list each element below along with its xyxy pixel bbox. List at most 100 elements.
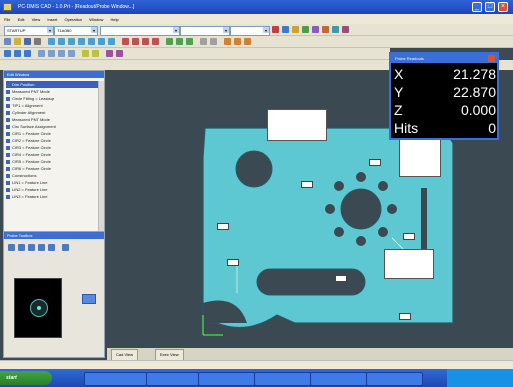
save-icon[interactable] bbox=[24, 38, 31, 45]
close-icon[interactable] bbox=[488, 55, 495, 62]
auto-move-icon[interactable] bbox=[38, 244, 45, 251]
zoom-icon[interactable] bbox=[322, 26, 329, 33]
pan-icon[interactable] bbox=[332, 26, 339, 33]
tree-item[interactable]: Dim Position bbox=[6, 81, 102, 88]
maximize-button[interactable]: □ bbox=[485, 2, 495, 12]
circle-icon[interactable] bbox=[78, 38, 85, 45]
probe-hit-button[interactable] bbox=[82, 294, 96, 304]
mode-combo[interactable]: STARTUP ▾ bbox=[4, 26, 54, 36]
tree-item[interactable]: CIR3 = Feature Circle bbox=[6, 144, 102, 151]
taskbar-task[interactable] bbox=[84, 372, 147, 386]
distance-icon[interactable] bbox=[142, 38, 149, 45]
settings-icon[interactable] bbox=[200, 38, 207, 45]
iso-view-icon[interactable] bbox=[68, 50, 75, 57]
scale-icon[interactable] bbox=[82, 50, 89, 57]
chevron-down-icon[interactable]: ▾ bbox=[223, 27, 229, 33]
menu-window[interactable]: Window bbox=[89, 17, 103, 22]
feature-tag[interactable] bbox=[335, 275, 347, 282]
tree-item[interactable]: Circ Surface Assignment bbox=[6, 123, 102, 130]
wireframe-icon[interactable] bbox=[244, 38, 251, 45]
move-icon[interactable] bbox=[14, 50, 21, 57]
translate-icon[interactable] bbox=[106, 50, 113, 57]
tree-item[interactable]: CIR2 = Feature Circle bbox=[6, 137, 102, 144]
home-icon[interactable] bbox=[4, 50, 11, 57]
tree-item[interactable]: Measured PNT Mode bbox=[6, 88, 102, 95]
close-button[interactable]: × bbox=[498, 2, 508, 12]
tree-item[interactable]: LIN3 = Feature Line bbox=[6, 193, 102, 200]
measure-icon[interactable] bbox=[282, 26, 289, 33]
chevron-down-icon[interactable]: ▾ bbox=[173, 27, 179, 33]
print-icon[interactable] bbox=[34, 38, 41, 45]
clearance-icon[interactable] bbox=[24, 50, 31, 57]
construct-icon[interactable] bbox=[166, 38, 173, 45]
location-icon[interactable] bbox=[132, 38, 139, 45]
rotate-icon[interactable] bbox=[312, 26, 319, 33]
point-icon[interactable] bbox=[48, 38, 55, 45]
feature-tag[interactable] bbox=[399, 313, 411, 320]
chevron-down-icon[interactable]: ▾ bbox=[91, 27, 97, 33]
alignment-combo[interactable]: ▾ bbox=[180, 26, 230, 36]
tree-item[interactable]: CIR5 = Feature Circle bbox=[6, 158, 102, 165]
tree-item[interactable]: CIR1 = Feature Circle bbox=[6, 130, 102, 137]
probe-icon[interactable] bbox=[292, 26, 299, 33]
feature-tag[interactable] bbox=[227, 259, 239, 266]
side-view-icon[interactable] bbox=[58, 50, 65, 57]
dimension-label[interactable] bbox=[384, 249, 434, 279]
menu-file[interactable]: File bbox=[4, 17, 10, 22]
chevron-down-icon[interactable]: ▾ bbox=[47, 27, 53, 33]
tree-item[interactable]: Measured PNT Mode bbox=[6, 116, 102, 123]
dimension-label[interactable] bbox=[399, 139, 441, 177]
open-icon[interactable] bbox=[14, 38, 21, 45]
menu-view[interactable]: View bbox=[32, 17, 41, 22]
feature-tag[interactable] bbox=[217, 223, 229, 230]
workplane-combo[interactable]: ▾ bbox=[230, 26, 270, 36]
chevron-down-icon[interactable]: ▾ bbox=[263, 27, 269, 33]
start-button[interactable]: start bbox=[0, 371, 52, 385]
plane-icon[interactable] bbox=[68, 38, 75, 45]
dimension-icon[interactable] bbox=[122, 38, 129, 45]
sample-hits-icon[interactable] bbox=[28, 244, 35, 251]
tree-item[interactable]: CIR4 = Feature Circle bbox=[6, 151, 102, 158]
probe-tip-combo[interactable]: T1A0B0 ▾ bbox=[54, 26, 98, 36]
tree-item[interactable]: TIP1 = Alignment bbox=[6, 102, 102, 109]
tree-item[interactable]: LIN1 = Feature Line bbox=[6, 179, 102, 186]
menu-insert[interactable]: Insert bbox=[47, 17, 57, 22]
align-icon[interactable] bbox=[176, 38, 183, 45]
menu-help[interactable]: Help bbox=[111, 17, 119, 22]
line-icon[interactable] bbox=[58, 38, 65, 45]
contact-path-icon[interactable] bbox=[18, 244, 25, 251]
solid-icon[interactable] bbox=[234, 38, 241, 45]
feature-tag[interactable] bbox=[301, 181, 313, 188]
cylinder-icon[interactable] bbox=[88, 38, 95, 45]
feature-tag[interactable] bbox=[369, 159, 381, 166]
find-hole-icon[interactable] bbox=[48, 244, 55, 251]
tree-item[interactable]: Cylinder Alignment bbox=[6, 109, 102, 116]
report-icon[interactable] bbox=[186, 38, 193, 45]
analysis-icon[interactable] bbox=[62, 244, 69, 251]
probe-readout-window[interactable]: Probe Readouts X 21.278 Y 22.870 Z 0.000… bbox=[389, 52, 499, 140]
tree-item[interactable]: Constructions bbox=[6, 172, 102, 179]
scrollbar[interactable] bbox=[98, 81, 104, 231]
options-icon[interactable] bbox=[210, 38, 217, 45]
tree-item[interactable]: Circle Fitting = Leastsqr bbox=[6, 95, 102, 102]
feature-combo[interactable]: ▾ bbox=[100, 26, 180, 36]
record-icon[interactable] bbox=[272, 26, 279, 33]
feature-tag[interactable] bbox=[403, 233, 415, 240]
angle-icon[interactable] bbox=[152, 38, 159, 45]
new-icon[interactable] bbox=[4, 38, 11, 45]
execute-icon[interactable] bbox=[302, 26, 309, 33]
view-icon[interactable] bbox=[342, 26, 349, 33]
dimension-label[interactable] bbox=[267, 109, 327, 141]
minimize-button[interactable]: _ bbox=[472, 2, 482, 12]
top-view-icon[interactable] bbox=[38, 50, 45, 57]
taskbar-task[interactable] bbox=[198, 372, 255, 386]
front-view-icon[interactable] bbox=[48, 50, 55, 57]
menu-edit[interactable]: Edit bbox=[18, 17, 25, 22]
rotate-view-icon[interactable] bbox=[116, 50, 123, 57]
tree-item[interactable]: LIN2 = Feature Line bbox=[6, 186, 102, 193]
graphics-icon[interactable] bbox=[224, 38, 231, 45]
tree-item[interactable]: CIR6 = Feature Circle bbox=[6, 165, 102, 172]
menu-operation[interactable]: Operation bbox=[64, 17, 82, 22]
fit-icon[interactable] bbox=[92, 50, 99, 57]
cone-icon[interactable] bbox=[98, 38, 105, 45]
